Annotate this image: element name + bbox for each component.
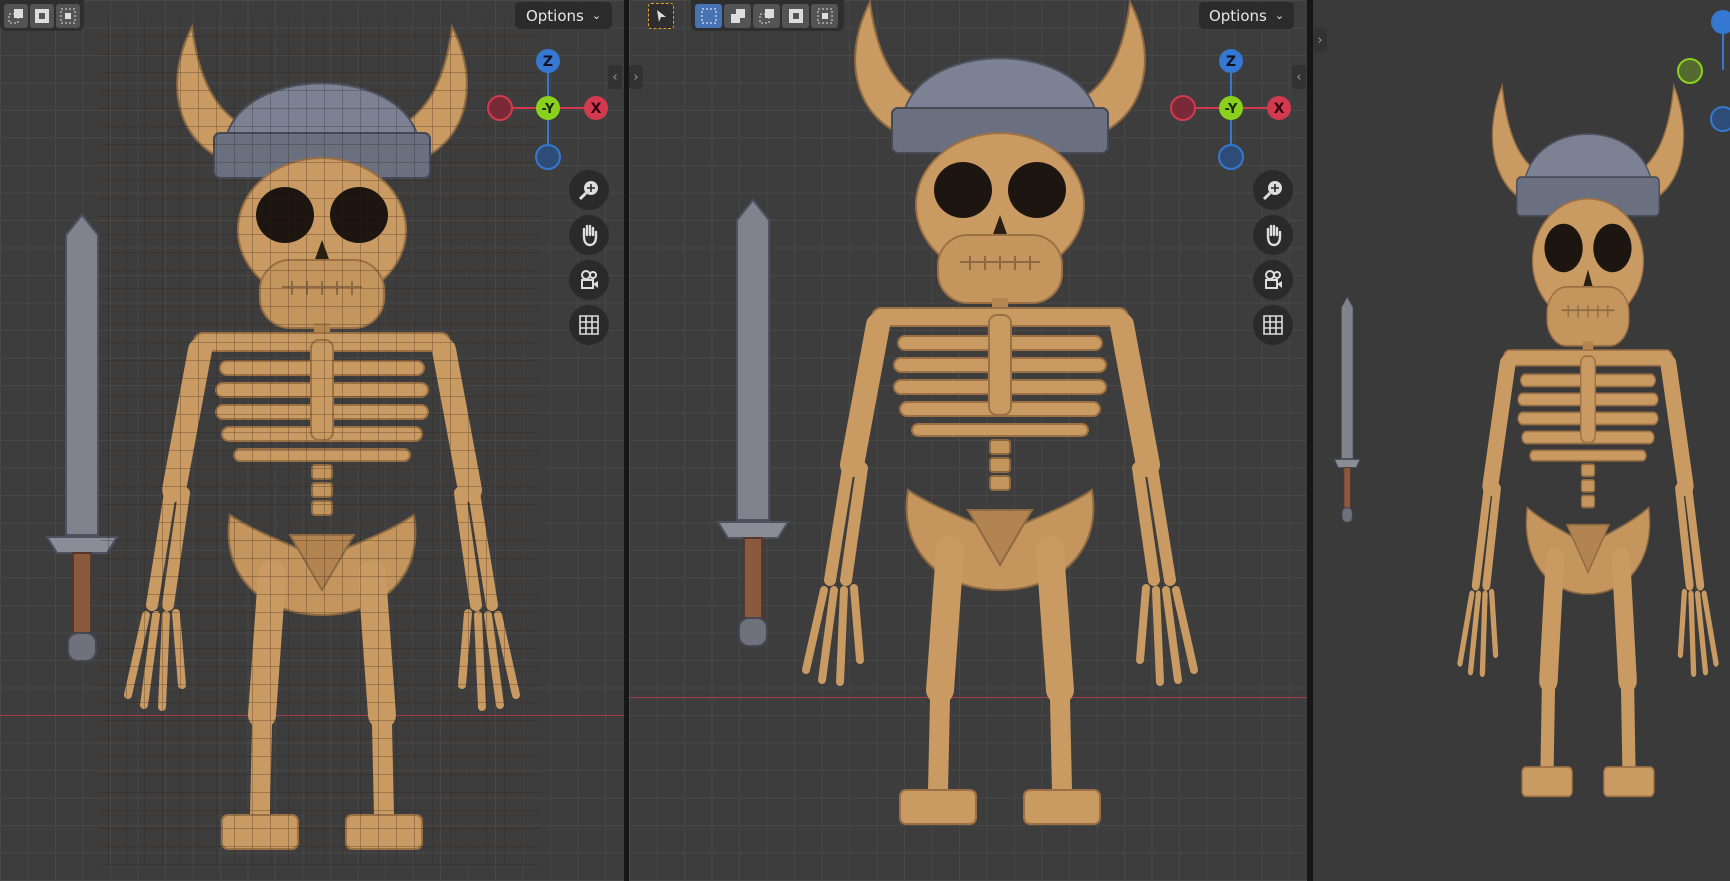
navigation-gizmo[interactable] — [1673, 0, 1730, 140]
select-mode-toolbar — [0, 0, 84, 31]
sword — [1333, 296, 1361, 523]
axis-x-label: X — [591, 101, 602, 117]
mode-intersect-icon[interactable] — [811, 3, 838, 28]
axis-y-label: -Y — [542, 102, 555, 117]
viewport-shaded-perspective[interactable]: › — [1313, 0, 1730, 881]
axis-z[interactable] — [1711, 10, 1730, 34]
skeleton-model — [806, 2, 1194, 824]
tool-select — [644, 0, 682, 31]
chevron-down-icon: ⌄ — [1274, 9, 1285, 22]
mode-difference-icon[interactable] — [782, 3, 809, 28]
camera-icon[interactable] — [1253, 260, 1293, 300]
grid-ortho-icon[interactable] — [1253, 305, 1293, 345]
axis-neg-z[interactable] — [1710, 106, 1730, 132]
mode-subtract-icon[interactable] — [30, 3, 54, 28]
mode-subtract-icon[interactable] — [753, 3, 780, 28]
viewport-wireframe-front[interactable]: Options ⌄ ‹ Z X -Y — [0, 0, 624, 881]
hand-pan-icon[interactable] — [1253, 215, 1293, 255]
navigation-gizmo[interactable]: Z X -Y — [482, 45, 612, 173]
zoom-icon[interactable] — [1253, 170, 1293, 210]
wireframe-overlay — [100, 20, 540, 865]
axis-neg-x[interactable] — [487, 95, 513, 121]
axis-y-label: -Y — [1225, 102, 1238, 117]
hand-pan-icon[interactable] — [569, 215, 609, 255]
options-label: Options — [525, 6, 584, 25]
options-label: Options — [1208, 6, 1267, 25]
grid-ortho-icon[interactable] — [569, 305, 609, 345]
expand-right-icon[interactable]: › — [629, 65, 643, 89]
camera-icon[interactable] — [569, 260, 609, 300]
select-box-icon[interactable] — [648, 2, 674, 29]
options-dropdown[interactable]: Options ⌄ — [1199, 2, 1294, 29]
scene — [1333, 0, 1730, 881]
axis-z-label: Z — [1226, 54, 1236, 70]
axis-x-label: X — [1274, 101, 1285, 117]
axis-neg-z[interactable] — [535, 144, 561, 170]
axis-neg-z[interactable] — [1218, 144, 1244, 170]
axis-neg-x[interactable] — [1170, 95, 1196, 121]
select-mode-toolbar — [691, 0, 844, 31]
axis-z-label: Z — [543, 54, 553, 70]
axis-y[interactable] — [1677, 58, 1703, 84]
navigation-gizmo[interactable]: Z X -Y — [1165, 45, 1295, 173]
mode-intersect-icon[interactable] — [56, 3, 80, 28]
sword — [717, 199, 789, 647]
mode-new-icon[interactable] — [695, 3, 722, 28]
options-dropdown[interactable]: Options ⌄ — [515, 2, 612, 29]
expand-right-icon[interactable]: › — [1313, 28, 1327, 52]
skeleton-model — [1460, 85, 1716, 796]
mode-extend-icon[interactable] — [4, 3, 28, 28]
mode-extend-icon[interactable] — [724, 3, 751, 28]
chevron-down-icon: ⌄ — [591, 9, 602, 22]
viewport-shaded-front[interactable]: Options ⌄ › ‹ Z X -Y — [629, 0, 1307, 881]
zoom-icon[interactable] — [569, 170, 609, 210]
